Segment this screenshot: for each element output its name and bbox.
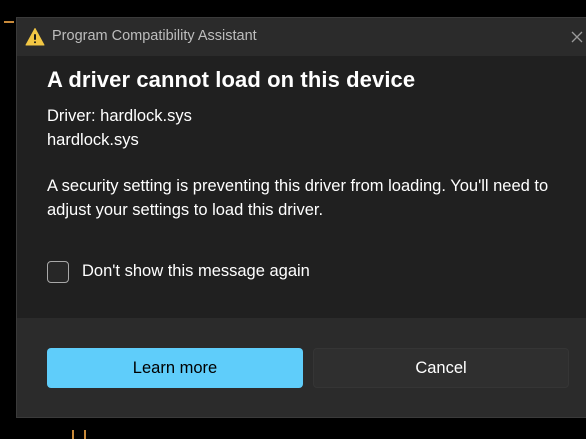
- compatibility-dialog: Program Compatibility Assistant A driver…: [16, 17, 586, 418]
- dialog-heading: A driver cannot load on this device: [47, 67, 416, 92]
- desktop-bottom-mark: [70, 430, 90, 439]
- dialog-content: A driver cannot load on this device Driv…: [17, 56, 586, 318]
- desktop-edge-mark: [4, 21, 14, 23]
- close-button[interactable]: [565, 25, 586, 49]
- dont-show-again-label[interactable]: Don't show this message again: [82, 262, 310, 281]
- desktop-bottom-mark-line: [84, 430, 86, 439]
- dialog-footer: Learn more Cancel: [17, 318, 586, 417]
- driver-file-line: hardlock.sys: [47, 131, 139, 149]
- learn-more-button[interactable]: Learn more: [47, 348, 303, 388]
- window-title: Program Compatibility Assistant: [52, 28, 257, 44]
- close-icon: [571, 31, 583, 43]
- dialog-message: A security setting is preventing this dr…: [47, 177, 549, 219]
- dont-show-again-checkbox[interactable]: [47, 261, 69, 283]
- cancel-button[interactable]: Cancel: [313, 348, 569, 388]
- driver-name-line: Driver: hardlock.sys: [47, 107, 192, 125]
- title-bar[interactable]: Program Compatibility Assistant: [17, 18, 586, 56]
- desktop-bottom-mark-line: [72, 430, 74, 439]
- warning-icon: [25, 27, 45, 47]
